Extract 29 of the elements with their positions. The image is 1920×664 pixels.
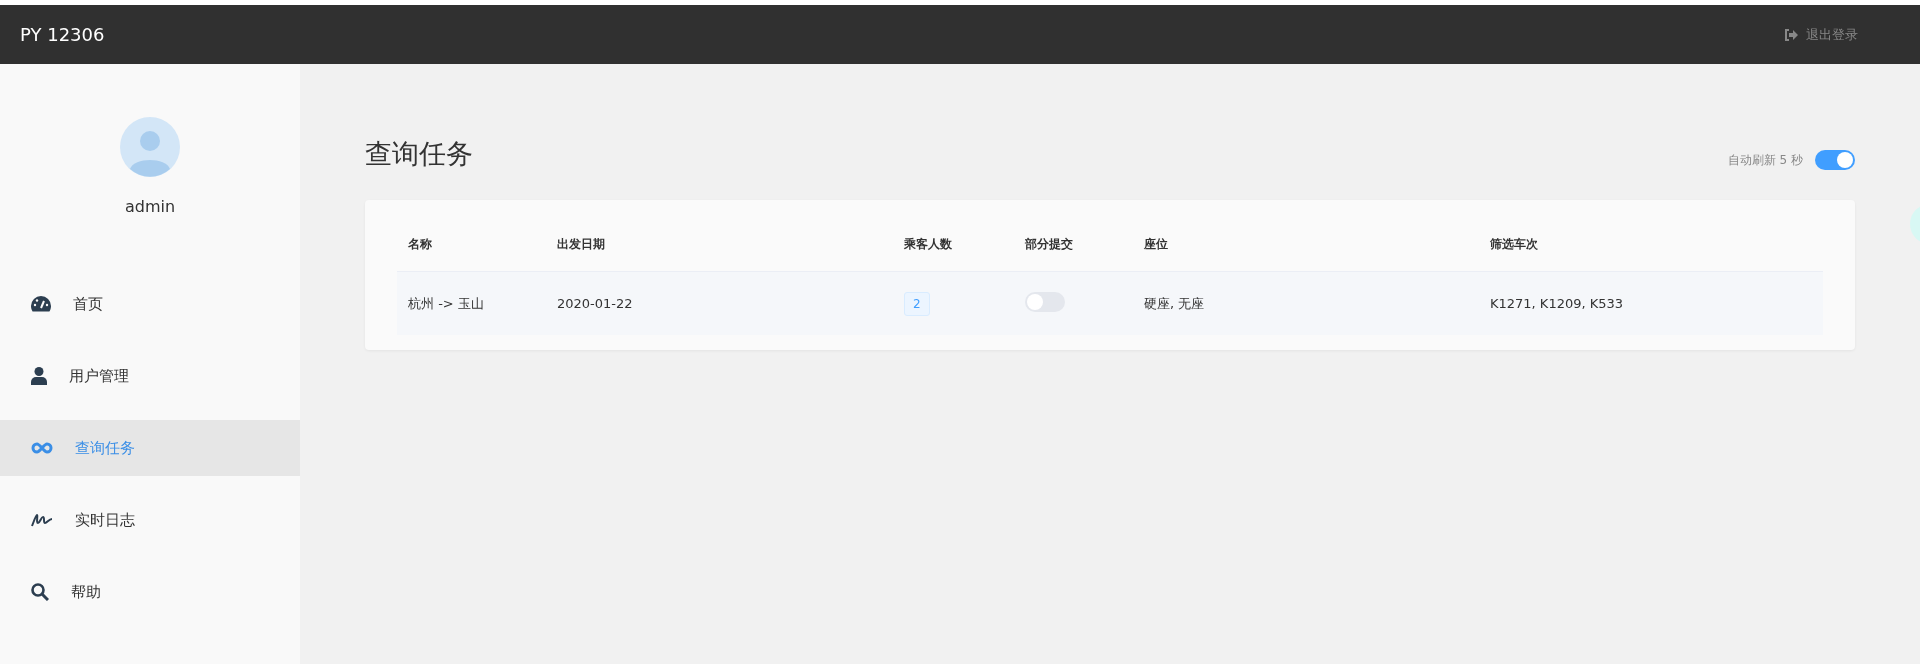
- table-cell-text: K1271, K1209, K533: [1490, 296, 1625, 311]
- column-header: 部分提交: [1025, 236, 1074, 253]
- page-title: 查询任务: [365, 137, 473, 171]
- passenger-count-tag: 2: [904, 291, 930, 316]
- username: admin: [124, 197, 176, 216]
- auto-refresh-label: 自动刷新 5 秒: [1727, 151, 1803, 169]
- table-cell-text: 硬座, 无座: [1144, 294, 1206, 313]
- column-header: 乘客人数: [904, 236, 953, 253]
- signature-icon: [31, 513, 53, 527]
- menu-item[interactable]: 实时日志: [0, 492, 300, 548]
- column-header: 筛选车次: [1490, 236, 1539, 253]
- column-header: 出发日期: [557, 236, 606, 253]
- gauge-icon: [31, 296, 51, 312]
- user-icon: [31, 367, 47, 385]
- menu-item[interactable]: 首页: [0, 276, 300, 332]
- table-cell-text: 2020-01-22: [557, 296, 634, 311]
- avatar-icon: [120, 117, 180, 177]
- partial-submit-toggle[interactable]: [1025, 292, 1065, 312]
- brand-title: PY 12306: [20, 24, 105, 45]
- column-header: 座位: [1144, 236, 1169, 253]
- search-icon: [31, 583, 49, 601]
- table-cell-text: 杭州 -> 玉山: [408, 294, 485, 313]
- sign-out-icon: [1784, 28, 1798, 41]
- column-header: 名称: [408, 236, 433, 253]
- infinity-icon: [31, 442, 53, 454]
- menu-item[interactable]: 帮助: [0, 564, 300, 620]
- auto-refresh-toggle[interactable]: [1815, 150, 1855, 170]
- logout-link[interactable]: 退出登录: [1784, 25, 1858, 44]
- menu-item[interactable]: 用户管理: [0, 348, 300, 404]
